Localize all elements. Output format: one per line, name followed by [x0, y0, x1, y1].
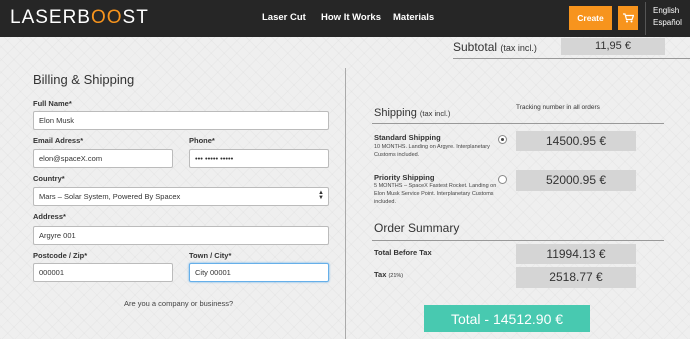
company-business-link[interactable]: Are you a company or business? [124, 299, 233, 308]
shipping-tax-note: (tax incl.) [419, 109, 451, 118]
phone-input[interactable]: ••• ••••• ••••• [189, 149, 329, 168]
total-before-tax-label: Total Before Tax [374, 248, 432, 257]
country-label: Country* [33, 174, 65, 183]
priority-shipping-price: 52000.95 € [516, 170, 636, 191]
city-input[interactable]: City 00001 [189, 263, 329, 282]
email-label: Email Adress* [33, 136, 84, 145]
summary-divider [372, 240, 664, 241]
shipping-divider [372, 123, 664, 124]
total-checkout-button[interactable]: Total - 14512.90 € [424, 305, 590, 332]
full-name-input[interactable]: Elon Musk [33, 111, 329, 130]
select-arrows-icon: ▲ ▼ [318, 190, 324, 201]
city-label: Town / City* [189, 251, 232, 260]
phone-label: Phone* [189, 136, 215, 145]
tracking-note: Tracking number in all orders [516, 104, 600, 111]
country-selected-value: Mars – Solar System, Powered By Spacex [39, 192, 181, 201]
create-button[interactable]: Create [569, 6, 612, 30]
subtotal-label: Subtotal (tax incl.) [453, 40, 537, 54]
standard-shipping-name: Standard Shipping [374, 133, 441, 142]
nav-materials[interactable]: Materials [393, 12, 434, 23]
order-summary-title: Order Summary [374, 221, 460, 235]
subtotal-divider [453, 58, 690, 59]
language-espanol[interactable]: Español [653, 18, 682, 27]
top-navbar: LASERBOOST Laser Cut How It Works Materi… [0, 0, 690, 37]
country-select[interactable]: Mars – Solar System, Powered By Spacex ▲… [33, 187, 329, 206]
priority-shipping-name: Priority Shipping [374, 173, 435, 182]
tax-value: 2518.77 € [516, 267, 636, 288]
priority-shipping-desc: 5 MONTHS – SpaceX Fastest Rocket. Landin… [374, 183, 497, 205]
column-divider [345, 68, 346, 339]
nav-laser-cut[interactable]: Laser Cut [262, 12, 306, 23]
standard-shipping-desc: 10 MONTHS. Landing on Argyre. Interplane… [374, 144, 490, 158]
standard-shipping-price: 14500.95 € [516, 131, 636, 151]
subtotal-tax-note: (tax incl.) [500, 43, 537, 53]
priority-shipping-radio[interactable] [498, 175, 507, 184]
standard-shipping-radio[interactable] [498, 135, 507, 144]
shipping-title: Shipping (tax incl.) [374, 107, 451, 119]
full-name-label: Full Name* [33, 99, 72, 108]
email-input[interactable]: elon@spaceX.com [33, 149, 173, 168]
postcode-input[interactable]: 000001 [33, 263, 173, 282]
subtotal-value: 11,95 € [561, 38, 665, 55]
language-english[interactable]: English [653, 6, 679, 15]
tax-rate: (21%) [388, 273, 404, 279]
cart-icon [622, 13, 634, 23]
cart-button[interactable] [618, 6, 638, 30]
tax-label: Tax (21%) [374, 270, 404, 279]
laserboost-logo[interactable]: LASERBOOST [10, 7, 149, 29]
address-input[interactable]: Argyre 001 [33, 226, 329, 245]
address-label: Address* [33, 212, 66, 221]
language-divider [645, 2, 646, 35]
billing-title: Billing & Shipping [33, 72, 135, 87]
nav-how-it-works[interactable]: How It Works [321, 12, 381, 23]
total-before-tax-value: 11994.13 € [516, 244, 636, 264]
postcode-label: Postcode / Zip* [33, 251, 88, 260]
